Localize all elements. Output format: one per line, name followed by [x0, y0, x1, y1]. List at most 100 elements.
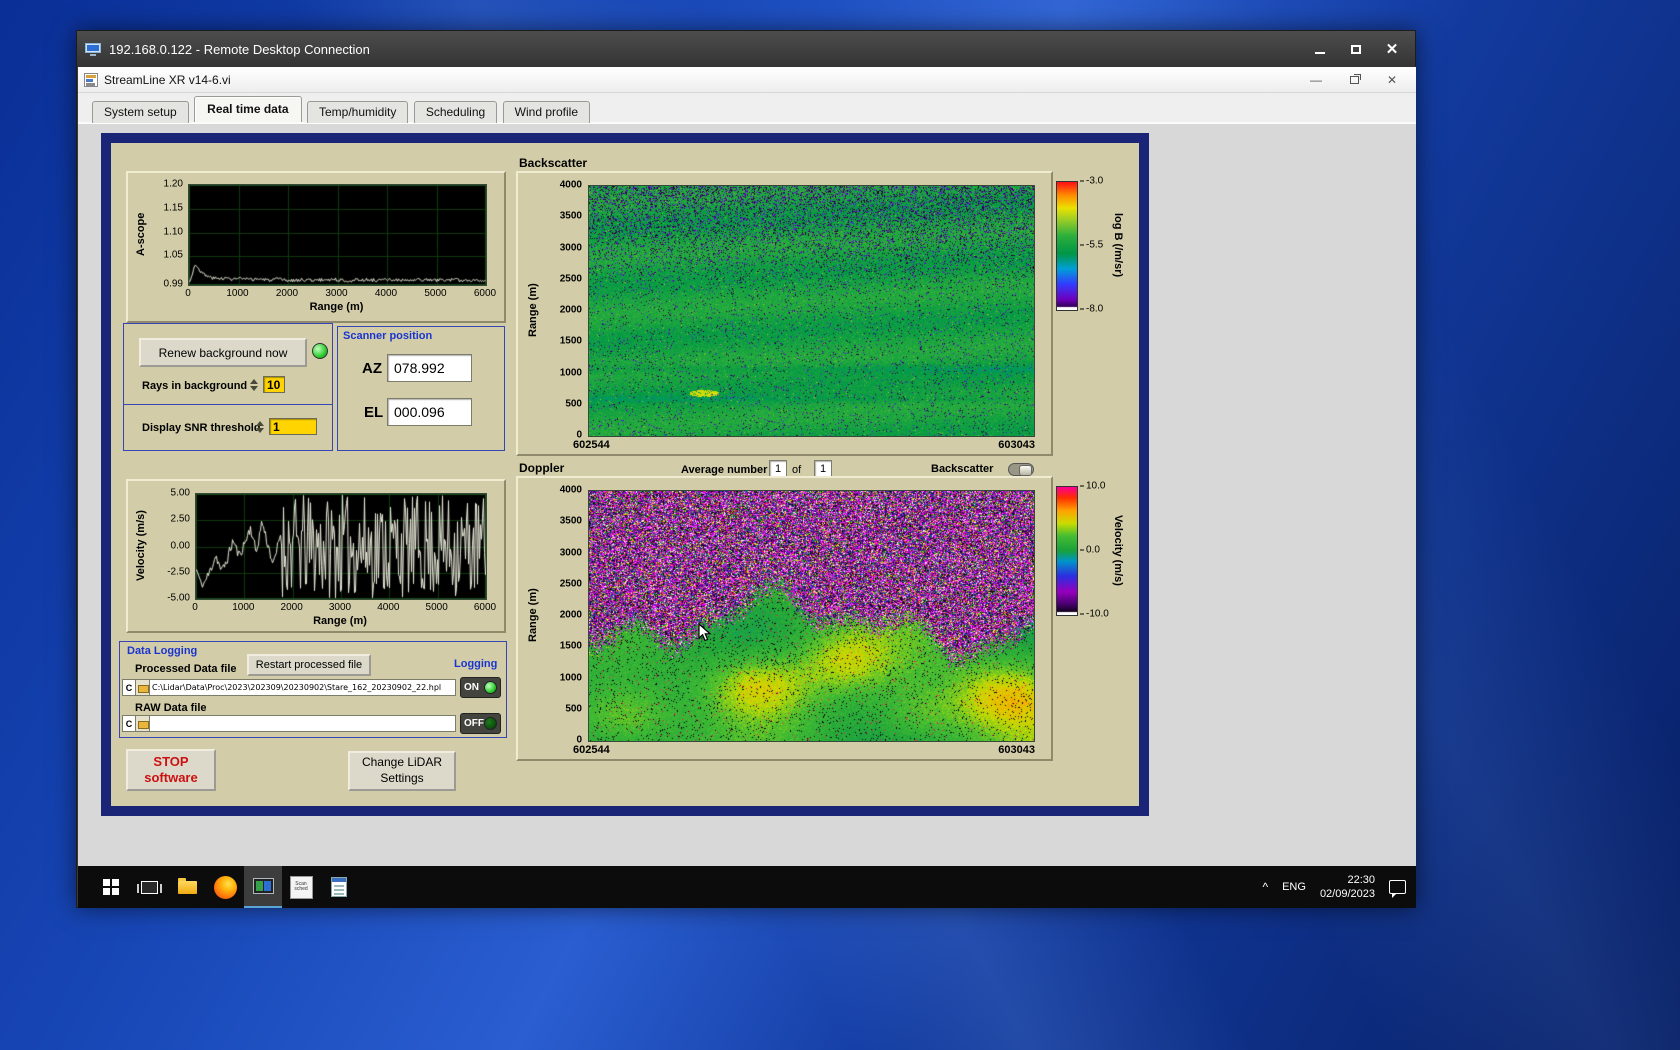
processed-data-file-label: Processed Data file — [135, 663, 237, 675]
raw-browse-button[interactable] — [136, 715, 150, 732]
action-center-icon[interactable] — [1389, 880, 1406, 898]
ascope-y-ticks: 1.20 1.15 1.10 1.05 0.99 — [163, 178, 183, 290]
doppler-canvas — [589, 491, 1034, 741]
doppler-colorbar-label: Velocity (m/s) — [1112, 514, 1124, 586]
doppler-x-end-label: 603043 — [998, 744, 1035, 756]
average-total-field[interactable]: 1 — [814, 460, 832, 477]
rays-spinner[interactable] — [250, 376, 260, 393]
box-divider — [124, 404, 332, 405]
az-value-field[interactable]: 078.992 — [387, 354, 472, 382]
az-label: AZ — [362, 360, 382, 377]
remote-desktop: StreamLine XR v14-6.vi — ✕ System setup … — [78, 67, 1416, 908]
app-window-controls: — ✕ — [1306, 71, 1410, 89]
rdp-window: 192.168.0.122 - Remote Desktop Connectio… — [76, 30, 1416, 908]
raw-path-control: C — [122, 715, 456, 732]
app-titlebar: StreamLine XR v14-6.vi — ✕ — [78, 67, 1416, 93]
main-panel-frame: A-scope 1.20 1.15 1.10 1.05 0.99 0 1000 2000 30… — [101, 133, 1149, 816]
rdp-minimize-button[interactable] — [1305, 39, 1335, 59]
doppler-plot — [588, 490, 1035, 742]
firefox-icon — [213, 875, 237, 899]
task-view-icon — [136, 880, 162, 894]
background-settings-box: Renew background now Rays in background … — [123, 323, 333, 451]
app-window-title: StreamLine XR v14-6.vi — [104, 72, 231, 87]
el-value-field[interactable]: 000.096 — [387, 398, 472, 426]
backscatter-y-axis-label: Range (m) — [527, 283, 539, 337]
average-number-field[interactable]: 1 — [769, 460, 787, 477]
ascope-x-axis-label: Range (m) — [309, 301, 364, 313]
tab-temp-humidity[interactable]: Temp/humidity — [306, 101, 409, 123]
backscatter-title: Backscatter — [519, 156, 588, 170]
scan-scheduler-icon: Scan sched — [289, 875, 313, 899]
processed-path-field[interactable]: C:\Lidar\Data\Proc\2023\202309\20230902\… — [150, 679, 456, 696]
backscatter-x-start-label: 602544 — [573, 439, 610, 451]
doppler-backscatter-toggle-label: Backscatter — [931, 463, 994, 475]
processed-logging-toggle[interactable]: ON — [460, 677, 501, 698]
average-number-label: Average number — [681, 464, 768, 476]
toggle-on-label: ON — [464, 682, 479, 693]
task-view-button[interactable] — [130, 866, 168, 908]
change-line2: Settings — [380, 771, 424, 785]
ascope-x-ticks: 0 1000 2000 3000 4000 5000 6000 — [185, 288, 497, 299]
rays-value-field[interactable]: 10 — [263, 376, 285, 393]
doppler-graph-group: Range (m) 4000 3500 3000 2500 2000 1500 1000 50… — [516, 476, 1053, 761]
tab-system-setup[interactable]: System setup — [92, 101, 189, 123]
rdp-titlebar: 192.168.0.122 - Remote Desktop Connectio… — [77, 31, 1415, 67]
raw-logging-toggle[interactable]: OFF — [460, 713, 501, 734]
streamline-app-button[interactable] — [244, 866, 282, 908]
taskbar: Scan sched ^ ENG 22:30 02/09/2023 — [78, 866, 1416, 908]
velocity-canvas — [196, 494, 486, 599]
velocity-y-ticks: 5.00 2.50 0.00 -2.50 -5.00 — [167, 487, 190, 604]
logging-off-led — [484, 717, 497, 730]
app-close-button[interactable]: ✕ — [1382, 71, 1402, 89]
language-indicator[interactable]: ENG — [1282, 881, 1306, 893]
raw-path-field[interactable] — [150, 715, 456, 732]
velocity-plot — [195, 493, 487, 600]
renew-background-led — [312, 343, 328, 359]
main-panel: A-scope 1.20 1.15 1.10 1.05 0.99 0 1000 2000 30… — [111, 143, 1139, 806]
windows-logo-icon — [103, 879, 119, 895]
scanner-position-box: Scanner position AZ 078.992 EL 000.096 — [337, 326, 505, 451]
doppler-colorbar — [1056, 486, 1078, 616]
tab-wind-profile[interactable]: Wind profile — [502, 101, 591, 123]
toggle-off-label: OFF — [464, 718, 484, 729]
file-explorer-button[interactable] — [168, 866, 206, 908]
notes-app-button[interactable] — [320, 866, 358, 908]
velocity-x-axis-label: Range (m) — [313, 615, 367, 627]
logging-on-led — [484, 681, 497, 694]
app-restore-button[interactable] — [1344, 71, 1364, 89]
backscatter-colorbar — [1056, 181, 1078, 311]
rdp-window-title: 192.168.0.122 - Remote Desktop Connectio… — [109, 41, 370, 57]
processed-path-control: C C:\Lidar\Data\Proc\2023\202309\2023090… — [122, 679, 456, 696]
backscatter-plot — [588, 185, 1035, 437]
velocity-y-axis-label: Velocity (m/s) — [135, 510, 147, 581]
raw-data-file-label: RAW Data file — [135, 702, 207, 714]
app-minimize-button[interactable]: — — [1306, 71, 1326, 89]
firefox-button[interactable] — [206, 866, 244, 908]
renew-background-button[interactable]: Renew background now — [139, 338, 307, 367]
tab-real-time-data[interactable]: Real time data — [194, 96, 302, 122]
snr-threshold-label: Display SNR threshold — [142, 422, 261, 434]
maximize-icon — [1351, 44, 1361, 54]
restart-processed-file-button[interactable]: Restart processed file — [247, 654, 371, 676]
processed-browse-button[interactable] — [136, 679, 150, 696]
snr-value-field[interactable]: 1 — [269, 418, 317, 435]
doppler-backscatter-toggle[interactable] — [1008, 463, 1034, 476]
mouse-cursor — [698, 622, 712, 648]
tab-strip: System setup Real time data Temp/humidit… — [78, 93, 1416, 123]
notes-icon — [331, 877, 347, 897]
scan-scheduler-button[interactable]: Scan sched — [282, 866, 320, 908]
stop-software-button[interactable]: STOP software — [126, 749, 216, 791]
taskbar-clock[interactable]: 22:30 02/09/2023 — [1320, 873, 1375, 902]
tab-scheduling[interactable]: Scheduling — [413, 101, 498, 123]
start-button[interactable] — [92, 866, 130, 908]
desktop-background: 192.168.0.122 - Remote Desktop Connectio… — [0, 0, 1680, 1050]
processed-path-type: C — [122, 679, 136, 696]
rdp-close-button[interactable]: ✕ — [1377, 39, 1407, 59]
tray-chevron[interactable]: ^ — [1262, 880, 1268, 894]
doppler-y-ticks: 4000 3500 3000 2500 2000 1500 1000 500 0 — [559, 484, 582, 746]
backscatter-x-end-label: 603043 — [998, 439, 1035, 451]
snr-spinner[interactable] — [256, 418, 266, 435]
raw-path-type: C — [122, 715, 136, 732]
change-lidar-settings-button[interactable]: Change LiDAR Settings — [348, 751, 456, 791]
rdp-maximize-button[interactable] — [1341, 39, 1371, 59]
